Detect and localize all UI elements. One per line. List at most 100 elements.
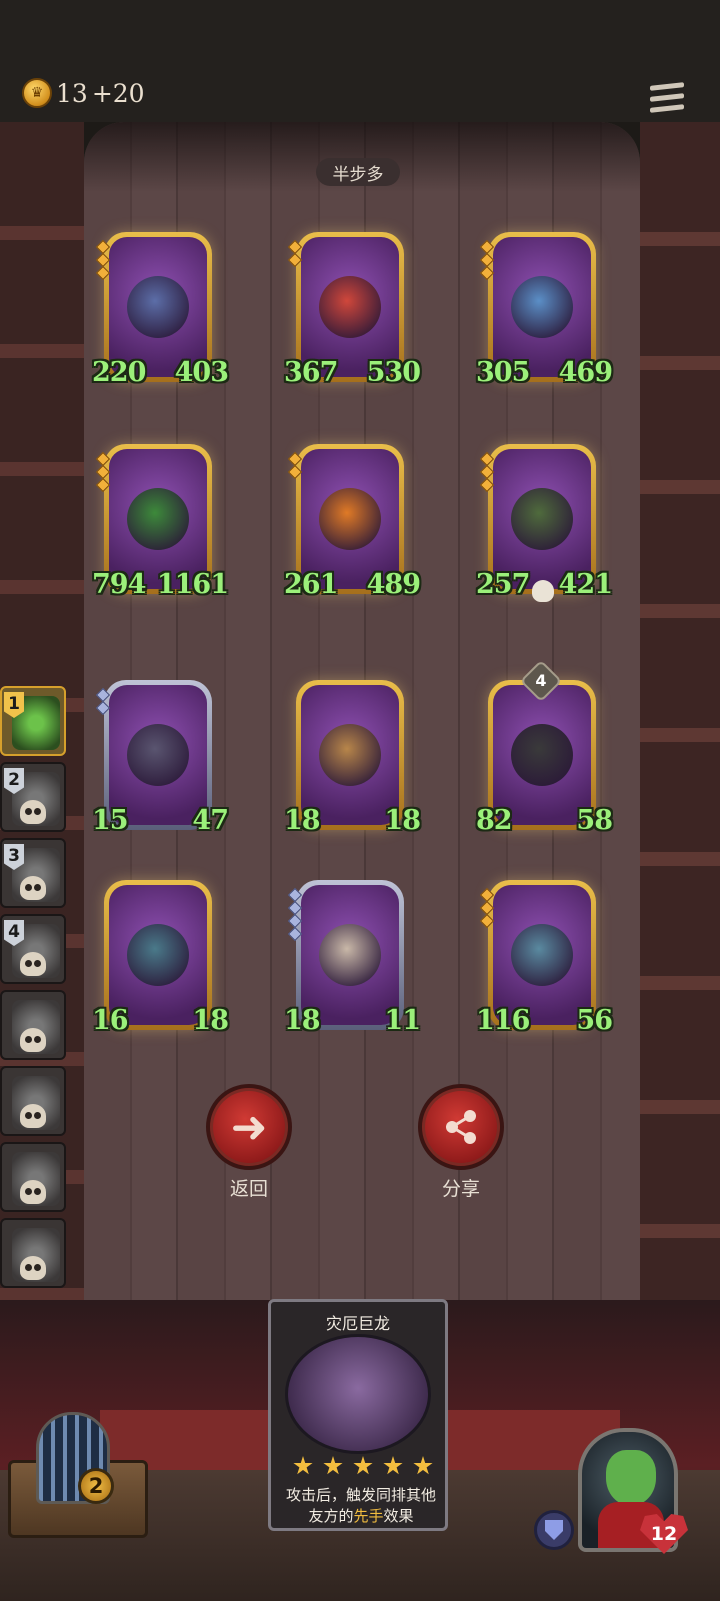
upgrade-pips	[479, 887, 495, 929]
bookshelf-right	[640, 122, 720, 1302]
unit-card[interactable]: 116 56	[476, 880, 613, 1040]
health-value: 469	[558, 357, 613, 388]
health-value: 18	[192, 1005, 229, 1036]
unit-card[interactable]: 220 403	[92, 232, 229, 392]
player-slot[interactable]	[0, 1066, 66, 1136]
player-slot[interactable]: 1	[0, 686, 66, 756]
attack-value: 220	[92, 357, 146, 388]
skull-icon	[20, 952, 46, 976]
back-label: 返回	[229, 1178, 268, 1200]
unit-card[interactable]: 261 489	[284, 444, 421, 604]
unit-card[interactable]: 794 1161	[92, 444, 229, 604]
star-icon	[383, 1456, 403, 1475]
upgrade-pips	[95, 239, 111, 281]
skill-title: 灾厄巨龙	[325, 1314, 390, 1333]
attack-value: 367	[284, 357, 338, 388]
health-value: 1161	[156, 569, 229, 600]
skull-icon	[20, 876, 46, 900]
attack-value: 18	[284, 1005, 321, 1036]
unit-portrait	[301, 685, 399, 825]
upgrade-pips	[95, 451, 111, 493]
player-slot[interactable]: 4	[0, 914, 66, 984]
upgrade-pips	[95, 687, 111, 716]
unit-portrait	[109, 449, 207, 589]
skill-desc-keyword: 先手	[353, 1507, 384, 1525]
unit-portrait	[493, 449, 591, 589]
health-value: 403	[174, 357, 229, 388]
unit-portrait	[301, 237, 399, 377]
gold-counter: ♛ 13 +20	[22, 76, 145, 110]
skull-icon	[20, 1104, 46, 1128]
skill-desc-text-end: 效果	[383, 1507, 414, 1525]
unit-card[interactable]: 18 11	[284, 880, 421, 1040]
share-icon	[446, 1110, 476, 1144]
top-bar: ♛ 13 +20	[0, 0, 720, 122]
player-list: 1234	[0, 686, 70, 1294]
attack-value: 15	[92, 805, 129, 836]
attack-value: 261	[284, 569, 338, 600]
unit-portrait	[109, 885, 207, 1025]
skull-icon	[532, 580, 554, 602]
player-slot[interactable]	[0, 990, 66, 1060]
attack-value: 305	[476, 357, 530, 388]
skull-icon	[20, 800, 46, 824]
unit-portrait	[109, 237, 207, 377]
star-icon	[353, 1456, 373, 1475]
skull-icon	[20, 1180, 46, 1204]
share-label: 分享	[441, 1178, 480, 1200]
unit-card[interactable]: 4 82 58	[476, 659, 613, 840]
unit-portrait	[493, 237, 591, 377]
skull-icon	[20, 1256, 46, 1280]
unit-portrait	[493, 885, 591, 1025]
unit-card[interactable]: 305 469	[476, 232, 613, 392]
menu-icon[interactable]	[650, 82, 684, 114]
player-slot[interactable]	[0, 1218, 66, 1288]
health-value: 421	[558, 569, 613, 600]
arrow-left-icon: ➜	[230, 1101, 268, 1153]
star-rating	[293, 1456, 433, 1476]
player-slot[interactable]	[0, 1142, 66, 1212]
unit-card[interactable]: 18 18	[284, 680, 421, 840]
player-slot[interactable]: 2	[0, 762, 66, 832]
health-value: 489	[366, 569, 421, 600]
unit-card[interactable]: 16 18	[92, 880, 229, 1040]
unit-portrait	[301, 449, 399, 589]
attack-value: 82	[476, 805, 513, 836]
cage-count-badge: 2	[78, 1468, 114, 1504]
attack-value: 794	[92, 569, 146, 600]
player-slot[interactable]: 3	[0, 838, 66, 908]
unit-card[interactable]: 257 421	[476, 444, 613, 604]
share-button[interactable]	[418, 1084, 504, 1170]
unit-card[interactable]: 367 530	[284, 232, 421, 392]
skull-icon	[20, 1028, 46, 1052]
health-value: 58	[576, 805, 613, 836]
unit-portrait	[301, 885, 399, 1025]
hero-health: 12	[650, 1523, 678, 1545]
health-value: 530	[366, 357, 421, 388]
gold-income: +20	[91, 78, 145, 108]
unit-portrait	[493, 685, 591, 825]
upgrade-pips	[287, 239, 303, 268]
unit-portrait	[109, 685, 207, 825]
star-icon	[293, 1456, 313, 1475]
skill-card[interactable]: 灾厄巨龙 攻击后，触发同排其他友方的先手效果	[268, 1299, 448, 1531]
attack-value: 18	[284, 805, 321, 836]
attack-value: 16	[92, 1005, 129, 1036]
health-value: 18	[384, 805, 421, 836]
skill-description: 攻击后，触发同排其他友方的先手效果	[279, 1485, 443, 1527]
health-value: 47	[192, 805, 229, 836]
gold-amount: 13	[56, 78, 88, 108]
crown-coin-icon: ♛	[22, 78, 52, 108]
unit-card[interactable]: 15 47	[92, 680, 229, 840]
health-value: 11	[384, 1005, 421, 1036]
upgrade-pips	[287, 887, 303, 942]
attack-value: 257	[476, 569, 530, 600]
shield-icon[interactable]	[534, 1510, 574, 1550]
star-icon	[323, 1456, 343, 1475]
health-value: 56	[576, 1005, 613, 1036]
back-button[interactable]: ➜	[206, 1084, 292, 1170]
star-icon	[413, 1456, 433, 1475]
dragon-art	[285, 1334, 431, 1454]
upgrade-pips	[479, 239, 495, 281]
board-title: 半步多	[316, 158, 400, 186]
